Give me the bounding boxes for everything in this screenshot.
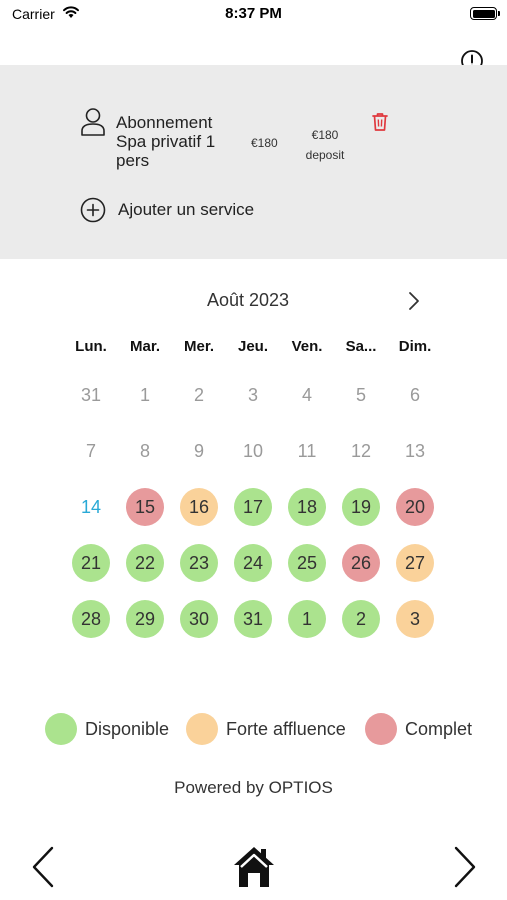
legend-dot-full <box>365 713 397 745</box>
legend-label-busy: Forte affluence <box>226 719 346 739</box>
calendar-day-past: 12 <box>350 441 372 461</box>
service-price: €180 <box>251 136 278 150</box>
user-icon <box>81 108 105 136</box>
calendar-day-available[interactable]: 30 <box>180 600 218 638</box>
chevron-right-icon[interactable] <box>404 290 424 312</box>
calendar-day-past: 7 <box>85 441 96 461</box>
calendar-day-available[interactable]: 24 <box>234 544 272 582</box>
calendar-day-available[interactable]: 19 <box>342 488 380 526</box>
calendar-day-past: 10 <box>242 441 264 461</box>
calendar-day-full: 20 <box>396 488 434 526</box>
calendar-day-outside: 31 <box>80 385 102 405</box>
legend-label-available: Disponible <box>85 719 170 739</box>
calendar-day-available[interactable]: 2 <box>342 600 380 638</box>
calendar-day-full: 26 <box>342 544 380 582</box>
weekday-tue: Mar. <box>129 338 160 355</box>
calendar-day-busy[interactable]: 27 <box>396 544 434 582</box>
add-service-label: Ajouter un service <box>118 200 255 219</box>
calendar-day-available[interactable]: 17 <box>234 488 272 526</box>
bottom-nav <box>0 833 507 900</box>
plus-circle-icon <box>80 197 106 223</box>
service-panel: Abonnement Spa privatif 1 pers €180 €180… <box>0 65 507 259</box>
weekday-fri: Ven. <box>291 338 323 355</box>
trash-icon[interactable] <box>371 112 389 132</box>
calendar-day-available[interactable]: 28 <box>72 600 110 638</box>
battery-icon <box>470 7 500 20</box>
calendar-day-available[interactable]: 31 <box>234 600 272 638</box>
status-bar: Carrier 8:37 PM <box>0 0 507 30</box>
weekday-sun: Dim. <box>398 338 432 355</box>
legend-label-full: Complet <box>405 719 473 739</box>
calendar-day-available[interactable]: 29 <box>126 600 164 638</box>
calendar-day-past: 5 <box>355 385 366 405</box>
deposit-amount: €180 <box>311 128 339 142</box>
status-time: 8:37 PM <box>225 5 282 22</box>
weekday-thu: Jeu. <box>237 338 268 355</box>
calendar-day-past: 1 <box>139 385 150 405</box>
calendar-day-past: 11 <box>297 441 317 461</box>
weekday-mon: Lun. <box>75 338 107 355</box>
home-icon[interactable] <box>230 843 278 891</box>
calendar-day-past: 8 <box>139 441 150 461</box>
calendar-day-today[interactable]: 14 <box>72 488 110 526</box>
service-name: Abonnement Spa privatif 1 pers <box>116 113 216 170</box>
legend-dot-busy <box>186 713 218 745</box>
calendar-day-busy[interactable]: 16 <box>180 488 218 526</box>
legend-dot-available <box>45 713 77 745</box>
calendar-day-past: 6 <box>409 385 420 405</box>
calendar-day-available[interactable]: 23 <box>180 544 218 582</box>
calendar-day-available[interactable]: 25 <box>288 544 326 582</box>
service-deposit: €180 deposit <box>300 125 350 165</box>
calendar-day-full: 15 <box>126 488 164 526</box>
weekday-sat: Sa... <box>345 338 377 355</box>
calendar-day-past: 3 <box>247 385 258 405</box>
back-arrow-icon[interactable] <box>30 845 56 889</box>
calendar-day-past: 2 <box>193 385 204 405</box>
calendar-day-busy[interactable]: 3 <box>396 600 434 638</box>
calendar-day-past: 4 <box>301 385 312 405</box>
calendar-day-available[interactable]: 21 <box>72 544 110 582</box>
powered-by: Powered by OPTIOS <box>174 778 333 797</box>
calendar-day-past: 9 <box>193 441 204 461</box>
weekday-wed: Mer. <box>183 338 214 355</box>
calendar-day-available[interactable]: 22 <box>126 544 164 582</box>
deposit-label: deposit <box>305 148 345 162</box>
calendar-day-available[interactable]: 18 <box>288 488 326 526</box>
calendar-day-past: 13 <box>404 441 426 461</box>
calendar-day-available[interactable]: 1 <box>288 600 326 638</box>
forward-arrow-icon[interactable] <box>452 845 478 889</box>
